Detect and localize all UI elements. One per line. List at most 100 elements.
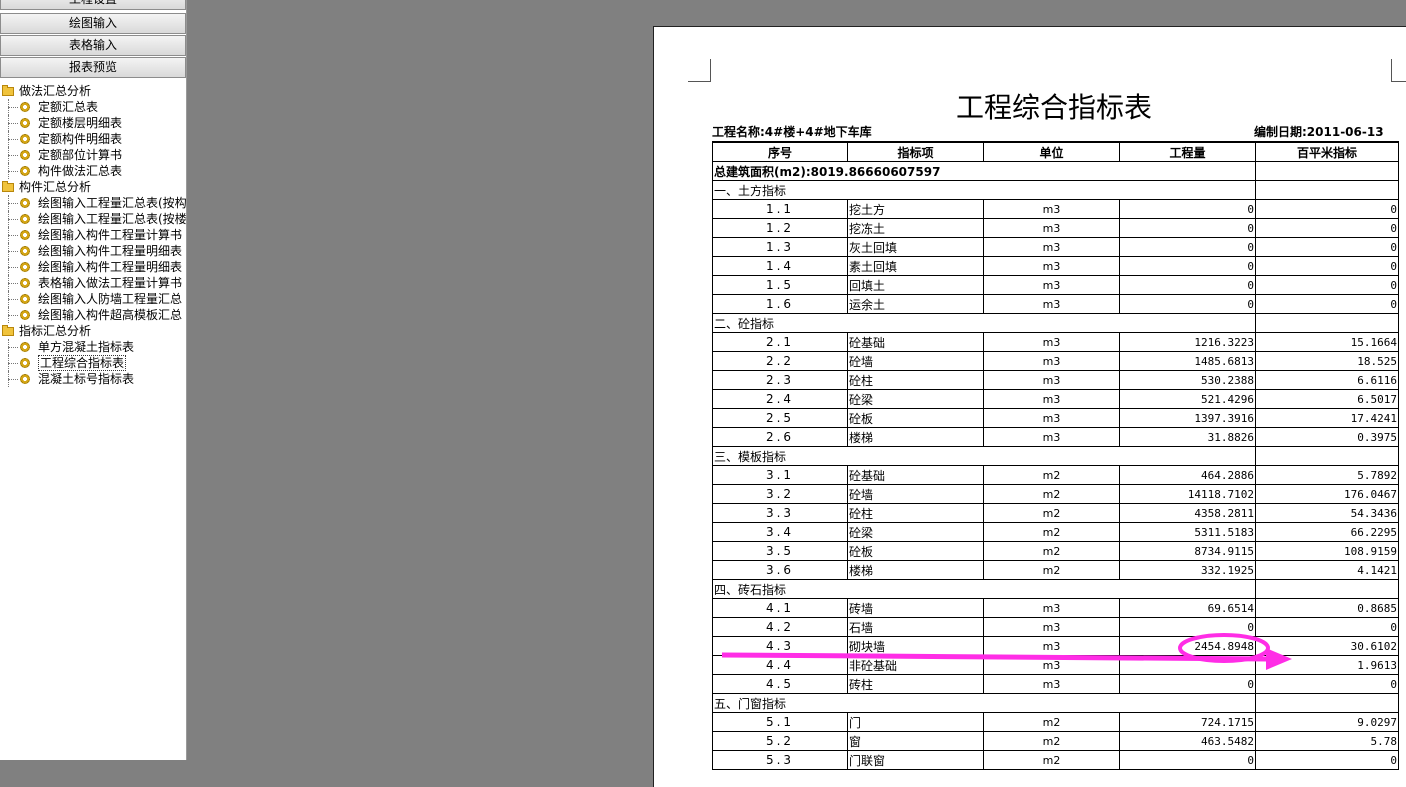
tree-group[interactable]: 做法汇总分析 [0, 83, 186, 99]
cell-quantity: 530.2388 [1119, 370, 1256, 390]
cell-seq: 1.3 [712, 237, 848, 257]
table-row: 3.1 砼基础 m2 464.2886 5.7892 [712, 465, 1399, 485]
cell-quantity: 0 [1119, 750, 1256, 770]
cell-item: 窗 [847, 731, 984, 751]
tree-item-label: 绘图输入工程量汇总表(按楼 [38, 212, 186, 226]
cell-per-100m2: 17.4241 [1255, 408, 1399, 428]
tree-item[interactable]: 工程综合指标表 [0, 355, 186, 371]
tree-item-label: 构件做法汇总表 [38, 164, 123, 178]
cell-seq: 5.3 [712, 750, 848, 770]
table-row: 2.1 砼基础 m3 1216.3223 15.1664 [712, 332, 1399, 352]
page-corner-mark-right [1391, 59, 1406, 82]
cell-item: 石墙 [847, 617, 984, 637]
tree-group-label: 做法汇总分析 [19, 84, 92, 98]
cell-seq: 2.6 [712, 427, 848, 447]
cell-seq: 4.3 [712, 636, 848, 656]
cell-unit: m3 [983, 237, 1120, 257]
cell-per-100m2: 108.9159 [1255, 541, 1399, 561]
tree-item[interactable]: 绘图输入构件超高模板汇总 [0, 307, 186, 323]
cell-unit: m3 [983, 294, 1120, 314]
cell-unit: m3 [983, 370, 1120, 390]
column-header-quantity: 工程量 [1119, 141, 1256, 162]
table-row: 4.2 石墙 m3 0 0 [712, 617, 1399, 637]
project-name: 工程名称:4#楼+4#地下车库 [712, 125, 872, 139]
report-date: 编制日期:2011-06-13 [1254, 125, 1384, 139]
tree-item[interactable]: 绘图输入工程量汇总表(按构 [0, 195, 186, 211]
folder-icon [2, 325, 14, 336]
tree-item[interactable]: 混凝土标号指标表 [0, 371, 186, 387]
tree-item[interactable]: 定额构件明细表 [0, 131, 186, 147]
cell-item: 门联窗 [847, 750, 984, 770]
nav-button-drawing-input[interactable]: 绘图输入 [0, 13, 186, 34]
section-row: 五、门窗指标 [712, 693, 1399, 713]
tree-item[interactable]: 绘图输入构件工程量计算书 [0, 227, 186, 243]
tree-item-label: 绘图输入工程量汇总表(按构 [38, 196, 186, 210]
cell-quantity: 31.8826 [1119, 427, 1256, 447]
tree-item[interactable]: 绘图输入构件工程量明细表 [0, 259, 186, 275]
table-row: 2.4 砼梁 m3 521.4296 6.5017 [712, 389, 1399, 409]
cell-item: 砼梁 [847, 522, 984, 542]
total-area: 总建筑面积(m2):8019.86660607597 [712, 161, 1256, 181]
tree-item[interactable]: 表格输入做法工程量计算书 [0, 275, 186, 291]
table-header-row: 序号 指标项 单位 工程量 百平米指标 [712, 141, 1399, 162]
cell-unit: m3 [983, 636, 1120, 656]
cell-unit: m3 [983, 655, 1120, 675]
report-gear-icon [20, 150, 30, 160]
cell-item: 回填土 [847, 275, 984, 295]
cell-seq: 3.4 [712, 522, 848, 542]
nav-button-table-input[interactable]: 表格输入 [0, 35, 186, 56]
cell-per-100m2: 1.9613 [1255, 655, 1399, 675]
cell-quantity: 0 [1119, 237, 1256, 257]
cell-item: 砖墙 [847, 598, 984, 618]
cell-per-100m2: 0 [1255, 199, 1399, 219]
tree-item[interactable]: 定额楼层明细表 [0, 115, 186, 131]
nav-button-report-preview[interactable]: 报表预览 [0, 57, 186, 78]
cell-item: 砼柱 [847, 370, 984, 390]
tree-group[interactable]: 构件汇总分析 [0, 179, 186, 195]
table-row: 3.4 砼梁 m2 5311.5183 66.2295 [712, 522, 1399, 542]
tree-item[interactable]: 绘图输入工程量汇总表(按楼 [0, 211, 186, 227]
tree-item[interactable]: 绘图输入人防墙工程量汇总 [0, 291, 186, 307]
report-gear-icon [20, 102, 30, 112]
tree-item-label: 定额楼层明细表 [38, 116, 123, 130]
tree-item[interactable]: 定额部位计算书 [0, 147, 186, 163]
cell-unit: m2 [983, 712, 1120, 732]
cell-per-100m2: 6.5017 [1255, 389, 1399, 409]
report-page: 工程综合指标表 工程名称:4#楼+4#地下车库 编制日期:2011-06-13 … [653, 26, 1406, 787]
table-row: 4.5 砖柱 m3 0 0 [712, 674, 1399, 694]
index-table: 序号 指标项 单位 工程量 百平米指标 总建筑面积(m2):8019.86660… [712, 141, 1399, 770]
tree-item[interactable]: 单方混凝土指标表 [0, 339, 186, 355]
section-title: 五、门窗指标 [712, 693, 1256, 713]
tree-group[interactable]: 指标汇总分析 [0, 323, 186, 339]
cell-seq: 2.1 [712, 332, 848, 352]
cell-seq: 4.5 [712, 674, 848, 694]
page-corner-mark-left [688, 59, 711, 82]
cell-seq: 3.6 [712, 560, 848, 580]
nav-button-project-settings[interactable]: 工程设置 [0, 0, 186, 10]
total-area-row: 总建筑面积(m2):8019.86660607597 [712, 161, 1399, 181]
report-gear-icon [20, 198, 30, 208]
cell-seq: 4.1 [712, 598, 848, 618]
table-row: 1.6 运余土 m3 0 0 [712, 294, 1399, 314]
cell-per-100m2: 176.0467 [1255, 484, 1399, 504]
cell-item: 楼梯 [847, 427, 984, 447]
tree-item[interactable]: 构件做法汇总表 [0, 163, 186, 179]
cell-quantity: 1485.6813 [1119, 351, 1256, 371]
tree-group-label: 指标汇总分析 [19, 324, 92, 338]
cell-quantity: 14118.7102 [1119, 484, 1256, 504]
cell-unit: m3 [983, 332, 1120, 352]
report-gear-icon [20, 230, 30, 240]
tree-item[interactable]: 绘图输入构件工程量明细表 [0, 243, 186, 259]
tree-item-label: 定额构件明细表 [38, 132, 123, 146]
folder-icon [2, 181, 14, 192]
cell-quantity: 521.4296 [1119, 389, 1256, 409]
cell-quantity: 0 [1119, 294, 1256, 314]
cell-per-100m2: 54.3436 [1255, 503, 1399, 523]
tree-item[interactable]: 定额汇总表 [0, 99, 186, 115]
cell-unit: m3 [983, 427, 1120, 447]
cell-quantity: 332.1925 [1119, 560, 1256, 580]
cell-unit: m2 [983, 484, 1120, 504]
cell-seq: 4.4 [712, 655, 848, 675]
cell-per-100m2: 0 [1255, 256, 1399, 276]
table-row: 4.1 砖墙 m3 69.6514 0.8685 [712, 598, 1399, 618]
